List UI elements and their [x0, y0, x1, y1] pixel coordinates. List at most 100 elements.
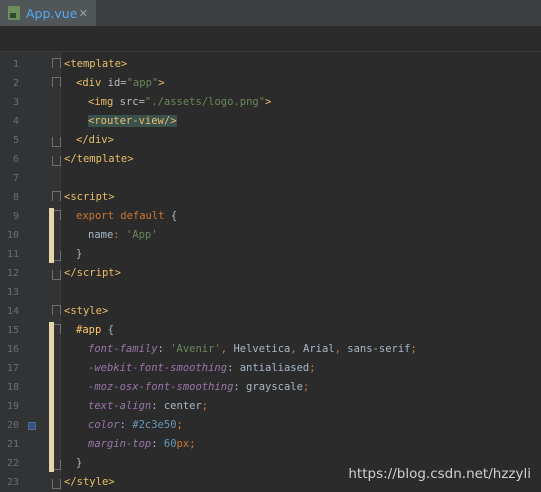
line-number: 10: [6, 230, 19, 241]
fold-open-icon[interactable]: [52, 305, 61, 315]
code-line[interactable]: 14 <style>: [0, 302, 541, 321]
code-token: -moz-osx-font-smoothing: [88, 381, 234, 393]
code-line[interactable]: 16 font-family: 'Avenir', Helvetica, Aria…: [0, 340, 541, 359]
code-token: Helvetica: [233, 343, 291, 355]
line-number: 8: [12, 192, 19, 203]
fold-open-icon[interactable]: [52, 58, 61, 68]
code-text: -webkit-font-smoothing: antialiased;: [88, 359, 316, 378]
code-token: Arial: [303, 343, 335, 355]
code-line[interactable]: 8 <script>: [0, 188, 541, 207]
code-token: color: [88, 419, 120, 431]
line-number: 2: [12, 78, 19, 89]
code-text: <img src="./assets/logo.png">: [88, 93, 271, 112]
code-line[interactable]: 15 #app {: [0, 321, 541, 340]
code-line[interactable]: 10 name: 'App': [0, 226, 541, 245]
code-token: : grayscale: [233, 381, 303, 393]
line-number: 3: [12, 97, 19, 108]
fold-close-icon[interactable]: [52, 479, 61, 489]
code-token: div: [82, 77, 108, 89]
code-token: ,: [290, 343, 303, 355]
code-token: : antialiased: [227, 362, 310, 374]
code-line[interactable]: 12 </script>: [0, 264, 541, 283]
line-number: 1: [12, 59, 19, 70]
code-line[interactable]: 1 <template>: [0, 55, 541, 74]
close-tab-icon[interactable]: ✕: [79, 7, 88, 20]
code-line[interactable]: 2 <div id="app">: [0, 74, 541, 93]
line-number: 22: [6, 458, 19, 469]
line-number: 13: [6, 287, 19, 298]
line-number: 14: [6, 306, 19, 317]
code-token: "./assets/logo.png": [144, 96, 266, 108]
color-swatch-icon[interactable]: [28, 422, 36, 430]
code-line[interactable]: 21 margin-top: 60px;: [0, 435, 541, 454]
code-line[interactable]: 17 -webkit-font-smoothing: antialiased;: [0, 359, 541, 378]
code-line[interactable]: 6 </template>: [0, 150, 541, 169]
code-token: "app": [126, 77, 159, 89]
code-token: style: [76, 476, 109, 488]
code-token: text-align: [88, 400, 152, 412]
code-token: >: [108, 476, 115, 488]
line-number: 6: [12, 154, 19, 165]
code-text: color: #2c3e50;: [88, 416, 183, 435]
code-token: 'App': [125, 229, 158, 241]
code-line[interactable]: 20 color: #2c3e50;: [0, 416, 541, 435]
code-token: router-view: [94, 115, 164, 127]
code-text: }: [76, 245, 82, 264]
code-token: style: [70, 305, 102, 317]
code-text: <router-view/>: [88, 112, 177, 131]
line-number: 16: [6, 344, 19, 355]
code-text: </style>: [64, 473, 115, 492]
code-line[interactable]: 9 export default {: [0, 207, 541, 226]
code-line[interactable]: 11}: [0, 245, 541, 264]
code-text: }: [76, 454, 82, 473]
code-line[interactable]: 13: [0, 283, 541, 302]
code-line[interactable]: 18 -moz-osx-font-smoothing: grayscale;: [0, 378, 541, 397]
code-token: {: [170, 210, 178, 222]
line-number: 4: [12, 116, 19, 127]
code-token: ;: [410, 343, 417, 355]
code-token: >: [108, 191, 115, 203]
code-text: margin-top: 60px;: [88, 435, 196, 454]
fold-open-icon[interactable]: [52, 77, 61, 87]
code-token: >: [107, 134, 114, 146]
line-number: 5: [12, 135, 19, 146]
tab-app-vue[interactable]: App.vue ✕: [0, 0, 96, 26]
code-token: id: [107, 77, 121, 89]
code-text: font-family: 'Avenir', Helvetica, Arial,…: [88, 340, 417, 359]
code-text: </script>: [64, 264, 121, 283]
code-line[interactable]: 5 </div>: [0, 131, 541, 150]
code-line[interactable]: 3 <img src="./assets/logo.png">: [0, 93, 541, 112]
code-text: text-align: center;: [88, 397, 208, 416]
code-text: <style>: [64, 302, 108, 321]
fold-close-icon[interactable]: [52, 137, 61, 147]
code-token: ;: [201, 400, 209, 412]
code-token: }: [76, 457, 83, 469]
code-text: -moz-osx-font-smoothing: grayscale;: [88, 378, 309, 397]
code-line[interactable]: 7: [0, 169, 541, 188]
code-line[interactable]: 4 <router-view/>: [0, 112, 541, 131]
code-token: </: [64, 153, 77, 165]
line-number: 21: [6, 439, 19, 450]
change-marker-bar: [49, 322, 54, 472]
breadcrumb-strip: [0, 26, 541, 52]
code-token: />: [163, 115, 177, 127]
fold-open-icon[interactable]: [52, 191, 61, 201]
code-text: <template>: [64, 55, 127, 74]
tab-label[interactable]: App.vue: [26, 6, 77, 21]
line-number: 23: [6, 477, 19, 488]
line-number: 11: [6, 249, 19, 260]
code-editor[interactable]: 1 <template> 2 <div id="app"> 3 <img src="./a…: [0, 55, 541, 492]
watermark: https://blog.csdn.net/hzzyli: [348, 466, 531, 482]
code-text: </template>: [64, 150, 134, 169]
code-token: template: [76, 153, 128, 165]
fold-close-icon[interactable]: [52, 270, 61, 280]
code-text: </div>: [76, 131, 114, 150]
fold-close-icon[interactable]: [52, 156, 61, 166]
code-token: script: [76, 267, 115, 279]
code-token: export default: [76, 210, 171, 222]
code-token: name: [88, 229, 114, 241]
editor-tab-bar: App.vue ✕: [0, 0, 541, 27]
line-number: 19: [6, 401, 19, 412]
code-line[interactable]: 19 text-align: center;: [0, 397, 541, 416]
code-token: >: [101, 305, 109, 317]
